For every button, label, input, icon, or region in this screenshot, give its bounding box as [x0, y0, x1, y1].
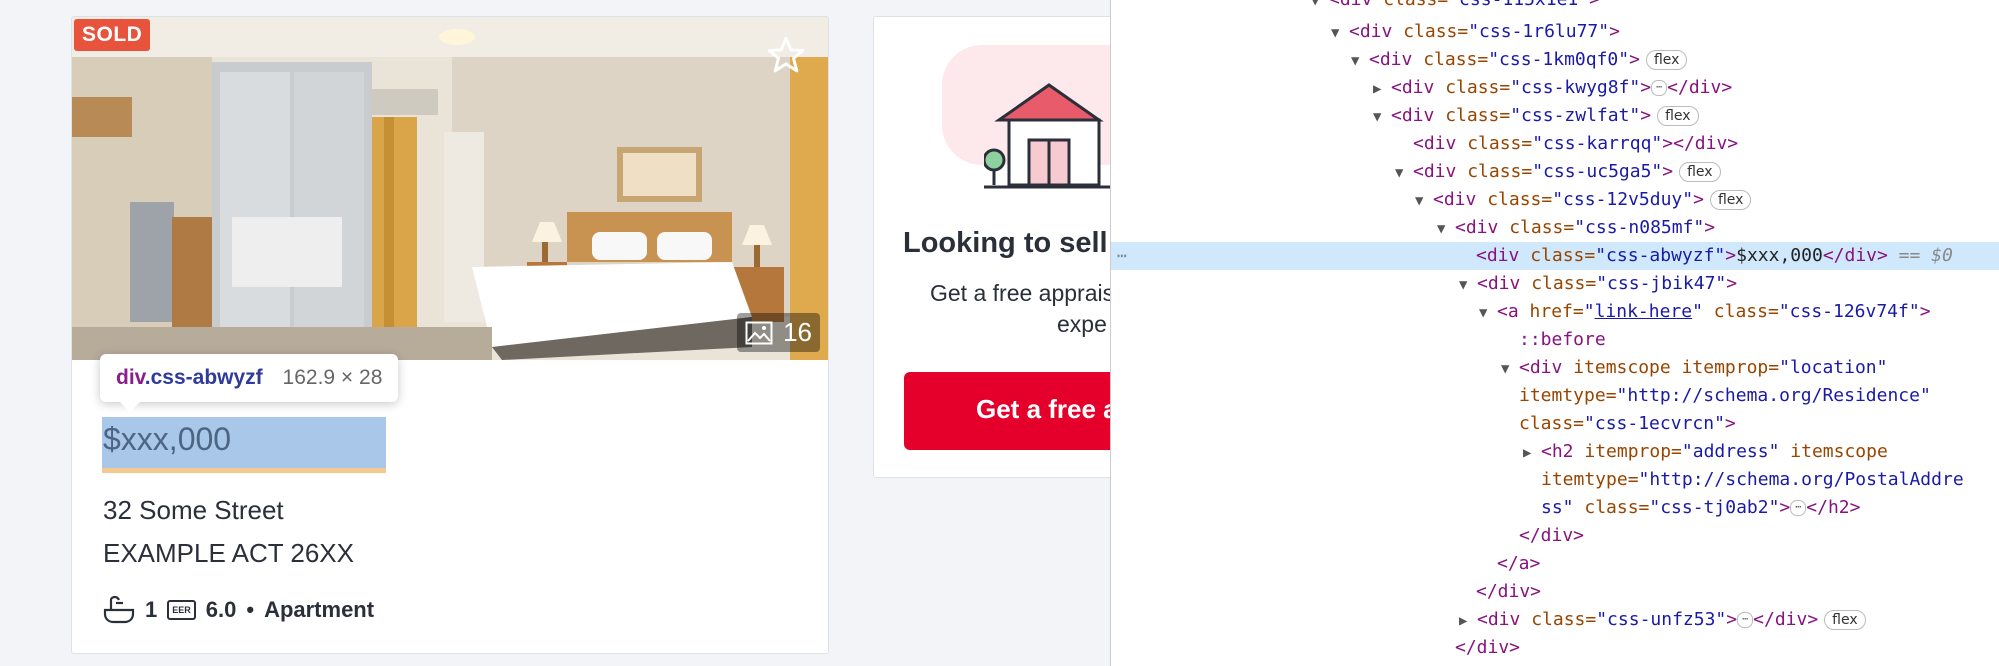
more-options-icon[interactable]: ⋯	[1117, 242, 1127, 270]
dom-node-continuation: itemtype="http://schema.org/PostalAddre	[1541, 469, 1964, 490]
collapse-triangle-icon[interactable]: ▼	[1415, 187, 1433, 215]
address-street[interactable]: 32 Some Street	[103, 495, 284, 526]
dom-node[interactable]: ▼ <div class="css-12v5duy"> flex	[1111, 186, 1999, 214]
free-appraisal-button[interactable]: Get a free a	[904, 372, 1113, 450]
dom-node[interactable]: <div class="css-karrqq"></div>	[1111, 130, 1999, 158]
expand-triangle-icon[interactable]: ▶	[1523, 439, 1541, 467]
dom-node-continuation: ss" class="css-tj0ab2"> ⋯ </h2>	[1541, 497, 1861, 518]
flex-badge[interactable]: flex	[1709, 190, 1752, 210]
collapse-triangle-icon[interactable]: ▼	[1395, 159, 1413, 187]
flex-badge[interactable]: flex	[1645, 50, 1688, 70]
flex-badge[interactable]: flex	[1824, 610, 1866, 630]
listing-card[interactable]: SOLD 16 $xxx,000 32 Some Street EXAMPLE …	[71, 16, 829, 654]
star-icon[interactable]	[766, 35, 806, 75]
dom-close-tag[interactable]: </a>	[1111, 550, 1999, 578]
listing-price: $xxx,000	[103, 421, 232, 457]
devtools-elements-panel[interactable]: ▼<div class="css-115x1e1"> ▼<div class="…	[1110, 0, 1999, 666]
dom-node[interactable]: ▼ <div class="css-zwlfat"> flex	[1111, 102, 1999, 130]
dom-close-tag[interactable]: </div>	[1111, 522, 1999, 550]
dom-node[interactable]: ▶ <h2 itemprop="address" itemscope	[1111, 438, 1999, 466]
dom-node[interactable]: ▼ <div class="css-jbik47">	[1111, 270, 1999, 298]
eer-icon: EER	[167, 600, 196, 620]
property-type: Apartment	[264, 597, 375, 622]
collapse-triangle-icon[interactable]: ▼	[1479, 299, 1497, 327]
dom-close-tag[interactable]: </div>	[1111, 634, 1999, 662]
collapse-triangle-icon[interactable]: ▼	[1437, 215, 1455, 243]
image-icon	[745, 321, 773, 344]
dom-node[interactable]: ▼ <div class="css-n085mf">	[1111, 214, 1999, 242]
tooltip-size: 162.9 × 28	[282, 366, 383, 389]
appraisal-title: Looking to sell	[903, 227, 1108, 259]
collapsed-children-icon[interactable]: ⋯	[1790, 500, 1807, 516]
eer-rating: 6.0	[205, 597, 237, 622]
expand-triangle-icon[interactable]: ▶	[1373, 75, 1391, 103]
dom-node-continuation: class="css-1ecvrcn">	[1519, 413, 1736, 434]
expand-triangle-icon[interactable]: ▶	[1459, 607, 1477, 635]
dom-node[interactable]: ▼ <div class="css-uc5ga5"> flex	[1111, 158, 1999, 186]
dom-node[interactable]: ▼ <div class="css-1km0qf0"> flex	[1111, 46, 1999, 74]
dom-node[interactable]: ▼<div class="css-115x1e1">	[1111, 0, 1999, 14]
dom-close-tag[interactable]: </div>	[1111, 578, 1999, 606]
sold-badge: SOLD	[74, 19, 151, 51]
address-suburb[interactable]: EXAMPLE ACT 26XX	[103, 538, 354, 569]
collapse-triangle-icon[interactable]: ▼	[1501, 355, 1519, 383]
flex-badge[interactable]: flex	[1657, 106, 1699, 126]
flex-badge[interactable]: flex	[1679, 162, 1721, 182]
collapse-triangle-icon[interactable]: ▼	[1373, 103, 1391, 131]
appraisal-card: Looking to sell Get a free apprais expe …	[873, 16, 1113, 478]
dom-node-continuation: itemtype="http://schema.org/Residence"	[1519, 385, 1931, 406]
pseudo-element[interactable]: ::before	[1111, 326, 1999, 354]
dom-node[interactable]: ▼ <div class="css-1r6lu77">	[1111, 18, 1999, 46]
dom-node[interactable]: ▼ <div itemscope itemprop="location"	[1111, 354, 1999, 382]
hotel-room-photo	[72, 17, 828, 360]
photo-count: 16	[783, 317, 812, 347]
listing-features: 1 EER 6.0 • Apartment	[103, 595, 374, 625]
free-appraisal-button-label: Get a free a	[976, 394, 1113, 424]
dom-node[interactable]: ▶ <div class="css-kwyg8f"> ⋯ </div>	[1111, 74, 1999, 102]
dom-node[interactable]: ▶ <div class="css-unfz53"> ⋯ </div> flex	[1111, 606, 1999, 634]
collapse-triangle-icon[interactable]: ▼	[1351, 47, 1369, 75]
feature-separator: •	[246, 597, 255, 622]
selected-dom-node[interactable]: ⋯ <div class="css-abwyzf">$xxx,000</div> …	[1111, 242, 1999, 270]
photo-count-badge[interactable]: 16	[737, 313, 820, 352]
bath-icon	[103, 595, 135, 624]
collapse-triangle-icon[interactable]: ▼	[1459, 271, 1477, 299]
devtools-inspect-tooltip: div.css-abwyzf 162.9 × 28	[100, 354, 399, 412]
collapse-triangle-icon[interactable]: ▼	[1331, 19, 1349, 47]
collapsed-children-icon[interactable]: ⋯	[1651, 80, 1668, 96]
href-link[interactable]: link-here	[1595, 301, 1693, 322]
listing-photo[interactable]: SOLD 16	[72, 17, 828, 360]
collapsed-children-icon[interactable]: ⋯	[1737, 612, 1754, 628]
dom-node[interactable]: ▼ <a href="link-here" class="css-126v74f"…	[1111, 298, 1999, 326]
tooltip-tag: div	[116, 366, 145, 389]
tooltip-class: .css-abwyzf	[144, 366, 263, 389]
appraisal-subtitle-line2: expe	[1057, 311, 1107, 337]
appraisal-subtitle: Get a free apprais	[930, 280, 1113, 306]
collapse-triangle-icon[interactable]: ▼	[1311, 0, 1329, 15]
bathroom-count: 1	[145, 597, 158, 622]
house-illustration-icon	[984, 83, 1113, 189]
